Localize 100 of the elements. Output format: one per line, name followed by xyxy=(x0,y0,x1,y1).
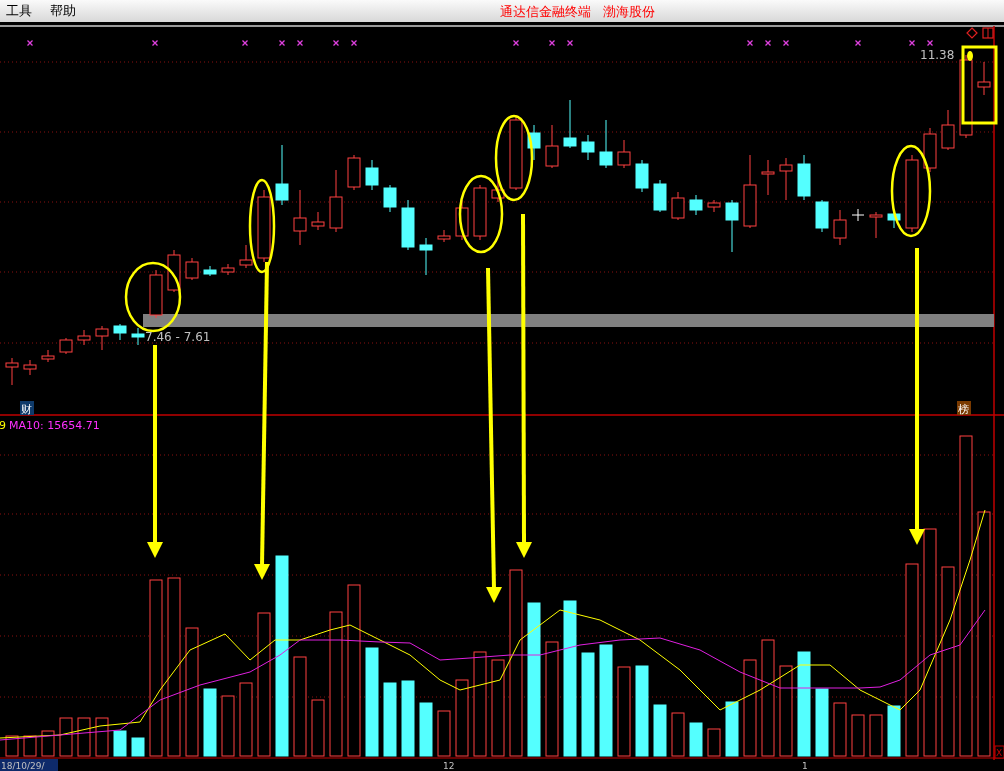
volume-bar xyxy=(59,717,73,757)
candlestick xyxy=(599,119,613,169)
diamond-icon[interactable] xyxy=(966,27,978,39)
app-title: 通达信金融终端 xyxy=(500,3,591,21)
ranking-badge[interactable]: 榜 xyxy=(957,401,971,416)
volume-bar xyxy=(23,735,37,757)
event-marker-icon[interactable] xyxy=(566,39,574,47)
candlestick xyxy=(113,323,127,341)
volume-bar xyxy=(887,705,901,757)
candlestick xyxy=(149,269,163,319)
event-marker-icon[interactable] xyxy=(512,39,520,47)
event-marker-icon[interactable] xyxy=(278,39,286,47)
highlight-ellipse xyxy=(124,261,182,333)
candlestick xyxy=(815,199,829,233)
book-icon[interactable] xyxy=(982,27,994,39)
volume-bar xyxy=(311,699,325,757)
price-badge[interactable]: 财 xyxy=(20,401,34,416)
axis-label: 1 xyxy=(802,761,808,771)
candlestick xyxy=(401,199,415,251)
range-label: 7.46 - 7.61 xyxy=(145,330,211,344)
menu-item[interactable]: 帮助 xyxy=(50,2,76,20)
ma10-label: MA10: 15654.71 xyxy=(9,419,100,432)
candlestick xyxy=(329,169,343,233)
candlestick xyxy=(275,144,289,206)
volume-bar xyxy=(5,735,19,757)
candlestick xyxy=(563,99,577,149)
candlestick xyxy=(869,211,883,239)
volume-bar xyxy=(671,712,685,757)
candlestick xyxy=(977,61,991,96)
candlestick xyxy=(797,154,811,201)
volume-bar xyxy=(113,730,127,757)
candlestick xyxy=(239,244,253,269)
axis-label: 12 xyxy=(443,761,455,771)
event-marker-icon[interactable] xyxy=(26,39,34,47)
volume-bar xyxy=(77,717,91,757)
stock-name: 渤海股份 xyxy=(603,3,655,21)
candlestick xyxy=(671,191,685,221)
candlestick xyxy=(725,199,739,253)
volume-bar xyxy=(221,695,235,757)
candlestick xyxy=(455,199,469,241)
candlestick xyxy=(833,209,847,246)
candlestick xyxy=(5,357,19,386)
volume-bar xyxy=(653,704,667,757)
volume-bar xyxy=(725,701,739,757)
menu-item[interactable]: 工具 xyxy=(6,2,32,20)
volume-bar xyxy=(869,714,883,757)
candlestick xyxy=(221,263,235,276)
candlestick xyxy=(77,329,91,346)
candlestick xyxy=(131,327,145,346)
highlight-dot xyxy=(967,51,973,61)
candlestick xyxy=(707,199,721,213)
candlestick xyxy=(941,109,955,151)
candlestick xyxy=(779,157,793,201)
indicator-value: 9 xyxy=(0,419,6,432)
date-label: 18/10/29/ xyxy=(0,759,58,771)
volume-bar xyxy=(203,688,217,757)
event-marker-icon[interactable] xyxy=(296,39,304,47)
candlestick xyxy=(653,179,667,213)
candlestick xyxy=(383,184,397,213)
event-marker-icon[interactable] xyxy=(854,39,862,47)
candlestick xyxy=(635,159,649,193)
volume-bar xyxy=(41,730,55,757)
volume-bar xyxy=(707,728,721,757)
event-marker-icon[interactable] xyxy=(908,39,916,47)
event-marker-icon[interactable] xyxy=(332,39,340,47)
candlestick xyxy=(347,154,361,191)
candlestick xyxy=(293,189,307,246)
volume-bar xyxy=(851,714,865,757)
candlestick xyxy=(473,184,487,241)
candlestick xyxy=(761,159,775,196)
event-marker-icon[interactable] xyxy=(782,39,790,47)
volume-bar xyxy=(689,722,703,757)
volume-bar xyxy=(131,737,145,757)
candlestick xyxy=(923,127,937,173)
volume-bar xyxy=(437,710,451,757)
candlestick xyxy=(689,194,703,216)
candlestick xyxy=(23,359,37,376)
event-marker-icon[interactable] xyxy=(764,39,772,47)
event-marker-icon[interactable] xyxy=(746,39,754,47)
event-marker-icon[interactable] xyxy=(350,39,358,47)
candlestick xyxy=(311,211,325,231)
event-marker-icon[interactable] xyxy=(241,39,249,47)
event-marker-icon[interactable] xyxy=(926,39,934,47)
candlestick xyxy=(95,325,109,351)
candlestick xyxy=(545,124,559,169)
candlestick xyxy=(185,257,199,281)
candlestick xyxy=(203,265,217,277)
last-price: 11.38 xyxy=(920,48,955,62)
candlestick xyxy=(41,349,55,363)
candlestick xyxy=(581,134,595,161)
volume-bar xyxy=(815,688,829,757)
candlestick xyxy=(59,337,73,355)
event-marker-icon[interactable] xyxy=(151,39,159,47)
event-marker-icon[interactable] xyxy=(548,39,556,47)
candlestick xyxy=(419,237,433,276)
candlestick xyxy=(617,139,631,169)
candlestick xyxy=(365,159,379,191)
cross-candle-icon xyxy=(851,208,865,222)
volume-bar xyxy=(95,717,109,757)
volume-bar xyxy=(419,702,433,757)
